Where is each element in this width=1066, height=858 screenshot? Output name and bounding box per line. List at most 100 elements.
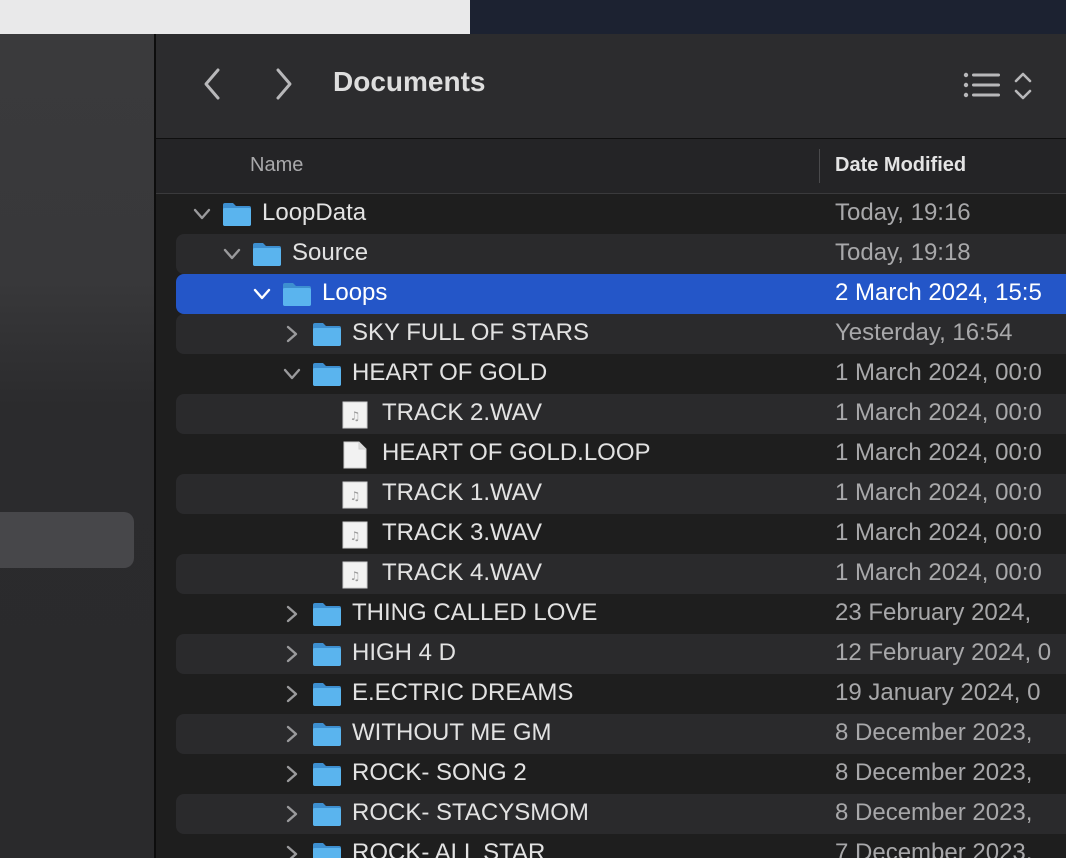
folder-icon — [312, 761, 342, 792]
file-date-modified: 1 March 2024, 00:0 — [835, 359, 1042, 386]
file-name: THING CALLED LOVE — [352, 599, 598, 626]
chevron-right-icon[interactable] — [282, 764, 302, 784]
chevron-right-icon[interactable] — [282, 684, 302, 704]
column-name-header[interactable]: Name — [250, 154, 303, 177]
folder-row[interactable]: HIGH 4 D 12 February 2024, 0 — [176, 634, 1066, 674]
file-date-modified: Today, 19:18 — [835, 239, 971, 266]
file-row[interactable]: HEART OF GOLD.LOOP 1 March 2024, 00:0 — [176, 434, 1066, 474]
file-date-modified: 1 March 2024, 00:0 — [835, 399, 1042, 426]
svg-text:♫: ♫ — [350, 529, 361, 543]
file-name: ROCK- SONG 2 — [352, 759, 527, 786]
folder-icon — [312, 641, 342, 672]
file-name: LoopData — [262, 199, 367, 226]
svg-text:♫: ♫ — [350, 489, 361, 503]
file-date-modified: 23 February 2024, — [835, 599, 1032, 626]
folder-row[interactable]: WITHOUT ME GM 8 December 2023, — [176, 714, 1066, 754]
file-name: ROCK- STACYSMOM — [352, 799, 589, 826]
chevron-updown-icon[interactable] — [1010, 70, 1036, 102]
folder-icon — [252, 241, 282, 272]
file-date-modified: 12 February 2024, 0 — [835, 639, 1052, 666]
folder-row[interactable]: ROCK- SONG 2 8 December 2023, — [176, 754, 1066, 794]
chevron-down-icon[interactable] — [282, 364, 302, 384]
folder-icon — [312, 841, 342, 858]
audio-file-icon: ♫ — [342, 561, 368, 594]
svg-text:♫: ♫ — [350, 569, 361, 583]
audio-file-icon: ♫ — [342, 401, 368, 434]
chevron-right-icon[interactable] — [282, 324, 302, 344]
folder-icon — [282, 281, 312, 312]
file-date-modified: 1 March 2024, 00:0 — [835, 519, 1042, 546]
file-name: SKY FULL OF STARS — [352, 319, 589, 346]
file-name: ROCK- ALL STAR — [352, 839, 546, 858]
file-row[interactable]: ♫ TRACK 3.WAV 1 March 2024, 00:0 — [176, 514, 1066, 554]
column-header: Name Date Modified — [156, 139, 1066, 194]
file-name: TRACK 4.WAV — [382, 559, 543, 586]
sidebar-item-shell[interactable]: ll — [0, 624, 134, 680]
folder-row[interactable]: LoopData Today, 19:16 — [176, 194, 1066, 234]
file-name: TRACK 2.WAV — [382, 399, 543, 426]
file-date-modified: 8 December 2023, — [835, 759, 1033, 786]
file-name: TRACK 1.WAV — [382, 479, 543, 506]
sidebar-item-downloads[interactable]: s — [0, 568, 134, 624]
folder-row[interactable]: ROCK- STACYSMOM 8 December 2023, — [176, 794, 1066, 834]
chevron-right-icon[interactable] — [282, 724, 302, 744]
chevron-right-icon[interactable] — [282, 844, 302, 858]
file-date-modified: 1 March 2024, 00:0 — [835, 439, 1042, 466]
finder-main: Documents Name Date Modified LoopData Tod… — [156, 34, 1066, 858]
folder-row[interactable]: ROCK- ALL STAR 7 December 2023, — [176, 834, 1066, 858]
file-name: Loops — [322, 279, 388, 306]
chevron-right-icon[interactable] — [282, 644, 302, 664]
file-name: TRACK 3.WAV — [382, 519, 543, 546]
list-view-icon[interactable] — [962, 70, 1002, 100]
svg-text:♫: ♫ — [350, 409, 361, 423]
background-window-light — [0, 0, 470, 34]
folder-row[interactable]: SKY FULL OF STARS Yesterday, 16:54 — [176, 314, 1066, 354]
sidebar-item-documents[interactable]: ts — [0, 512, 134, 568]
file-date-modified: 1 March 2024, 00:0 — [835, 479, 1042, 506]
file-name: HIGH 4 D — [352, 639, 457, 666]
chevron-right-icon[interactable] — [282, 804, 302, 824]
toolbar: Documents — [156, 34, 1066, 139]
chevron-down-icon[interactable] — [192, 204, 212, 224]
file-list: LoopData Today, 19:16 Source Today, 19:18 Lo… — [156, 194, 1066, 858]
document-icon — [342, 441, 368, 474]
file-name: HEART OF GOLD — [352, 359, 548, 386]
background-window-dark — [470, 0, 1066, 34]
folder-row[interactable]: HEART OF GOLD 1 March 2024, 00:0 — [176, 354, 1066, 394]
column-divider[interactable] — [819, 149, 820, 183]
audio-file-icon: ♫ — [342, 481, 368, 514]
file-date-modified: 7 December 2023, — [835, 839, 1033, 858]
file-date-modified: 8 December 2023, — [835, 799, 1033, 826]
file-date-modified: 19 January 2024, 0 — [835, 679, 1041, 706]
folder-icon — [312, 721, 342, 752]
chevron-down-icon[interactable] — [252, 284, 272, 304]
file-date-modified: 2 March 2024, 15:5 — [835, 279, 1042, 306]
folder-row[interactable]: Source Today, 19:18 — [176, 234, 1066, 274]
file-row[interactable]: ♫ TRACK 2.WAV 1 March 2024, 00:0 — [176, 394, 1066, 434]
back-button[interactable] — [194, 64, 230, 104]
folder-icon — [312, 801, 342, 832]
folder-icon — [222, 201, 252, 232]
file-date-modified: 8 December 2023, — [835, 719, 1033, 746]
file-date-modified: 1 March 2024, 00:0 — [835, 559, 1042, 586]
folder-row[interactable]: E.ECTRIC DREAMS 19 January 2024, 0 — [176, 674, 1066, 714]
folder-row[interactable]: Loops 2 March 2024, 15:5 — [176, 274, 1066, 314]
file-name: HEART OF GOLD.LOOP — [382, 439, 651, 466]
folder-icon — [312, 321, 342, 352]
column-date-header[interactable]: Date Modified — [835, 154, 966, 177]
folder-icon — [312, 601, 342, 632]
forward-button[interactable] — [266, 64, 302, 104]
chevron-right-icon[interactable] — [282, 604, 302, 624]
folder-icon — [312, 681, 342, 712]
window-title: Documents — [333, 66, 486, 97]
file-name: WITHOUT ME GM — [352, 719, 552, 746]
folder-row[interactable]: THING CALLED LOVE 23 February 2024, — [176, 594, 1066, 634]
file-row[interactable]: ♫ TRACK 4.WAV 1 March 2024, 00:0 — [176, 554, 1066, 594]
chevron-right-icon — [276, 68, 292, 100]
sidebar-item-applications[interactable]: ns — [0, 402, 134, 458]
file-name: E.ECTRIC DREAMS — [352, 679, 574, 706]
file-row[interactable]: ♫ TRACK 1.WAV 1 March 2024, 00:0 — [176, 474, 1066, 514]
chevron-down-icon[interactable] — [222, 244, 242, 264]
chevron-left-icon — [204, 68, 220, 100]
folder-icon — [312, 361, 342, 392]
